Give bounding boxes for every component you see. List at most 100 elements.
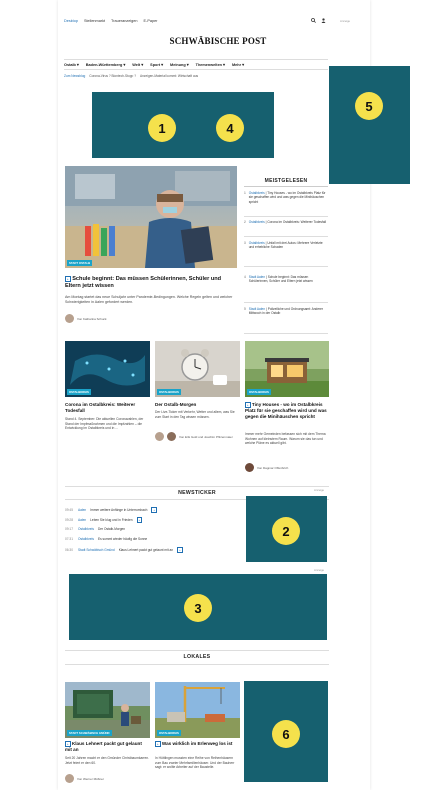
topnav-epaper[interactable]: E-Paper (144, 19, 158, 23)
ticker-time: 09:28 (65, 518, 73, 522)
lokales-card-teaser: Seit 20 Jahren macht er den Gmünder Chri… (65, 756, 150, 765)
divider (65, 650, 329, 651)
lokales-card-title[interactable]: + Was wirklich im Erlenweg los ist (155, 741, 240, 747)
divider (65, 664, 329, 665)
hero-title-text: Schule beginnt: Das müssen Schülerinnen,… (65, 276, 222, 289)
card-author: Von Erik Gold und Joachim Pfitzenmaier (155, 432, 240, 441)
card-image-corona[interactable]: OSTALBKREIS (65, 341, 150, 397)
hero-tag: STADT OSTALB (67, 260, 93, 266)
rank-number: 1 (244, 191, 246, 195)
divider (244, 266, 328, 267)
divider (65, 486, 329, 487)
hero-title[interactable]: + Schule beginnt: Das müssen Schülerinne… (65, 276, 237, 290)
nav-baden-wuerttemberg[interactable]: Baden-Württemberg ▾ (86, 62, 125, 67)
newsticker-item[interactable]: 09:45 Aalen Immer weitere Anfänge in Unter… (65, 507, 235, 513)
card-title-text: Tiny Houses - wo im Ostalbkreis Platz fü… (245, 402, 327, 419)
lokales-card-teaser: In Hüttlingen mussten eine Reihe von Rei… (155, 756, 235, 770)
breadcrumb-anzeigen[interactable]: Anzeigen-Material kommt: Wirtschaft aus (140, 74, 198, 78)
breadcrumb-corona[interactable]: Corona-Virus ? Biontech-Stopp ? (89, 74, 136, 78)
topnav-traueranzeigen[interactable]: Traueranzeigen (111, 19, 137, 23)
plus-badge: + (65, 276, 71, 282)
card-title[interactable]: Der Ostalb-Morgen (155, 402, 240, 408)
ticker-text: Der Ostalb-Morgen (97, 527, 126, 531)
ad-badge-2: 2 (272, 517, 300, 545)
topnav-stellenmarkt[interactable]: Stellenmarkt (84, 19, 105, 23)
rank-number: 4 (244, 275, 246, 279)
avatar (65, 314, 74, 323)
rank-number: 2 (244, 220, 246, 224)
card-title[interactable]: Corona im Ostalbkreis: Weiterer Todesfal… (65, 402, 150, 414)
user-icon[interactable] (321, 18, 326, 25)
lokales-image-lehnert[interactable]: STADT SCHWÄBISCH GMÜND (65, 682, 150, 738)
card-title-text: Was wirklich im Erlenweg los ist (161, 741, 233, 746)
nav-meinung[interactable]: Meinung ▾ (170, 62, 189, 67)
lokales-card-title[interactable]: + Klaus Lehnert packt gut gelaunt mit an (65, 741, 150, 753)
item-text: Corona im Ostalbkreis: Weiterer Todesfal… (267, 220, 327, 224)
card-author-name: Von Erik Gold und Joachim Pfitzenmaier (179, 434, 233, 439)
rank-number: 5 (244, 307, 246, 311)
ticker-text: Leben Sie klug und in Frieden (90, 518, 133, 522)
plus-badge: + (136, 517, 143, 523)
plus-badge: + (177, 547, 183, 553)
newsticker-item[interactable]: 07:31 Ostalbkreis Es summt wieder häufig d… (65, 537, 235, 541)
hero-author: Von Katharina Schuck (65, 314, 107, 323)
breadcrumb: Zum Newsblog Corona-Virus ? Biontech-Sto… (64, 74, 198, 78)
ad-slot-1-4[interactable] (92, 92, 274, 158)
card-tag: OSTALBKREIS (247, 389, 271, 395)
nav-ostalb[interactable]: Ostalb ▾ (64, 62, 79, 67)
meistgelesen-item[interactable]: 5 Stadt Aalen | Polizeiliche und Ordnungs… (244, 307, 328, 316)
card-author-name: Von Dagmar Offenbrich (257, 465, 289, 470)
ticker-time: 09:45 (65, 508, 73, 512)
card-image-morgen[interactable]: OSTALBKREIS (155, 341, 240, 397)
ad-label: Anzeige (314, 488, 325, 492)
divider (244, 302, 328, 303)
ticker-category: Stadt Schwäbisch Gmünd (78, 548, 115, 552)
site-logo[interactable]: SCHWÄBISCHE POST (0, 36, 436, 46)
newsticker-item[interactable]: 09:17 Ostalbkreis Der Ostalb-Morgen (65, 527, 235, 531)
divider (244, 216, 328, 217)
avatar (65, 774, 74, 783)
ticker-category: Aalen (78, 518, 87, 522)
ticker-time: 06:30 (65, 548, 73, 552)
nav-mehr[interactable]: Mehr ▾ (232, 62, 244, 67)
avatar (167, 432, 176, 441)
ticker-category: Ostalbkreis (78, 537, 94, 541)
card-tag: STADT SCHWÄBISCH GMÜND (67, 730, 112, 736)
meistgelesen-item[interactable]: 2 Ostalbkreis | Corona im Ostalbkreis: We… (244, 220, 328, 224)
lokales-image-erlenweg[interactable]: OSTALBKREIS (155, 682, 240, 738)
meistgelesen-item[interactable]: 3 Ostalbkreis | Unfall mit drei Autos: Me… (244, 241, 328, 250)
top-nav: Desktop Stellenmarkt Traueranzeigen E-Pa… (64, 19, 157, 23)
newsticker-item[interactable]: 09:28 Aalen Leben Sie klug und in Frieden + (65, 517, 235, 523)
ad-slot-5[interactable] (329, 66, 410, 184)
hero-image[interactable]: STADT OSTALB (65, 166, 237, 268)
ticker-category: Ostalbkreis (78, 527, 94, 531)
meistgelesen-item[interactable]: 4 Stadt Aalen | Schule beginnt: Das müsse… (244, 275, 328, 284)
ad-label: Anzeige (314, 568, 325, 572)
meistgelesen-item[interactable]: 1 Ostalbkreis | Tiny Houses - wo im Ostal… (244, 191, 328, 204)
ticker-time: 09:17 (65, 527, 73, 531)
meistgelesen-title: MEISTGELESEN (264, 178, 308, 184)
search-icon[interactable] (311, 18, 316, 25)
breadcrumb-newsblog[interactable]: Zum Newsblog (64, 74, 85, 78)
card-author: Von Dagmar Offenbrich (245, 463, 329, 472)
topnav-desktop[interactable]: Desktop (64, 19, 78, 23)
card-title[interactable]: + Tiny Houses - wo im Ostalbkreis Platz … (245, 402, 329, 420)
card-author-name: Von Werner Mößner (77, 776, 104, 781)
nav-themenwelten[interactable]: Themenwelten ▾ (196, 62, 225, 67)
hero-teaser: Am Montag startet das neue Schuljahr unt… (65, 295, 233, 304)
nav-sport[interactable]: Sport ▾ (150, 62, 163, 67)
card-image-tinyhouse[interactable]: OSTALBKREIS (245, 341, 329, 397)
card-tag: OSTALBKREIS (67, 389, 91, 395)
ticker-category: Aalen (78, 508, 87, 512)
kicker: Ostalbkreis (248, 220, 265, 224)
divider (244, 333, 328, 334)
header-icons (311, 18, 326, 25)
ticker-time: 07:31 (65, 537, 73, 541)
avatar (245, 463, 254, 472)
hero-author-name: Von Katharina Schuck (77, 316, 107, 321)
nav-welt[interactable]: Welt ▾ (132, 62, 143, 67)
plus-badge: + (155, 741, 161, 747)
divider (244, 186, 328, 187)
newsticker-item[interactable]: 06:30 Stadt Schwäbisch Gmünd Klaus Lehnert… (65, 547, 235, 553)
ad-label-top: Anzeige (340, 19, 351, 23)
